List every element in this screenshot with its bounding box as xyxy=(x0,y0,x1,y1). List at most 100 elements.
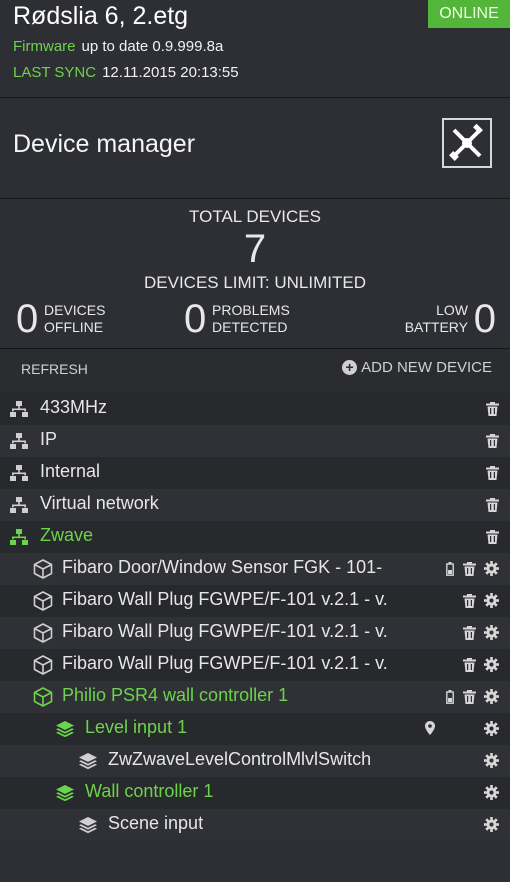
devices-limit: DEVICES LIMIT: UNLIMITED xyxy=(144,273,366,292)
devices-offline-label-line2: OFFLINE xyxy=(44,319,104,335)
trash-icon[interactable] xyxy=(486,434,499,448)
low-battery-stat: LOW BATTERY 0 xyxy=(386,299,496,339)
problems-count: 0 xyxy=(184,297,207,341)
problems-detected-stat: 0 PROBLEMS DETECTED xyxy=(184,299,314,339)
gear-icon[interactable] xyxy=(484,561,499,576)
channel-row[interactable]: Wall controller 1 xyxy=(0,777,510,809)
header: Rødslia 6, 2.etg ONLINE Firmware up to da… xyxy=(0,0,510,98)
low-battery-label-line1: LOW xyxy=(436,302,468,318)
devices-offline-stat: 0 DEVICES OFFLINE xyxy=(16,299,126,339)
last-sync-label: LAST SYNC xyxy=(13,64,97,81)
cube-icon xyxy=(33,655,53,675)
property-row[interactable]: ZwZwaveLevelControlMlvlSwitch xyxy=(0,745,510,777)
network-row-virtual[interactable]: Virtual network xyxy=(0,489,510,521)
tools-icon xyxy=(449,123,483,161)
cube-icon xyxy=(33,687,53,707)
last-sync-info: LAST SYNC 12.11.2015 20:13:55 xyxy=(13,64,239,81)
layers-icon xyxy=(56,785,74,801)
add-new-device-label: ADD NEW DEVICE xyxy=(361,359,492,376)
device-row[interactable]: Fibaro Wall Plug FGWPE/F-101 v.2.1 - v. xyxy=(0,585,510,617)
network-tree-icon xyxy=(10,433,28,449)
trash-icon[interactable] xyxy=(463,658,476,672)
problems-label-line2: DETECTED xyxy=(212,319,288,335)
trash-icon[interactable] xyxy=(463,690,476,704)
gear-icon[interactable] xyxy=(484,817,499,832)
low-battery-label: LOW BATTERY xyxy=(405,302,468,336)
trash-icon[interactable] xyxy=(463,626,476,640)
devices-offline-label: DEVICES OFFLINE xyxy=(44,302,105,336)
firmware-value: up to date 0.9.999.8a xyxy=(81,38,224,55)
total-devices-label: TOTAL DEVICES xyxy=(189,207,321,226)
layers-icon xyxy=(79,753,97,769)
trash-icon[interactable] xyxy=(486,402,499,416)
last-sync-value: 12.11.2015 20:13:55 xyxy=(102,64,239,81)
trash-icon[interactable] xyxy=(486,530,499,544)
location-title: Rødslia 6, 2.etg xyxy=(13,2,189,30)
network-label: IP xyxy=(40,429,58,449)
online-status-badge: ONLINE xyxy=(428,0,510,28)
devices-offline-label-line1: DEVICES xyxy=(44,302,106,318)
firmware-label: Firmware xyxy=(13,38,76,55)
channel-label: Level input 1 xyxy=(85,717,188,737)
problems-label-line1: PROBLEMS xyxy=(212,302,290,318)
device-label: Fibaro Door/Window Sensor FGK - 101- xyxy=(62,557,383,577)
device-tree: REFRESH + ADD NEW DEVICE 433MHz IP Inter… xyxy=(0,349,510,841)
network-label: Virtual network xyxy=(40,493,159,513)
trash-icon[interactable] xyxy=(486,466,499,480)
trash-icon[interactable] xyxy=(486,498,499,512)
device-label: Fibaro Wall Plug FGWPE/F-101 v.2.1 - v. xyxy=(62,621,388,641)
refresh-button[interactable]: REFRESH xyxy=(21,361,88,377)
total-devices-count: 7 xyxy=(243,227,267,271)
problems-label: PROBLEMS DETECTED xyxy=(212,302,290,336)
battery-icon xyxy=(446,690,454,704)
property-label: ZwZwaveLevelControlMlvlSwitch xyxy=(108,749,372,769)
location-pin-icon[interactable] xyxy=(425,721,435,735)
page-title: Device manager xyxy=(13,130,196,158)
gear-icon[interactable] xyxy=(484,625,499,640)
trash-icon[interactable] xyxy=(463,562,476,576)
device-manager-button[interactable] xyxy=(442,118,492,168)
cube-icon xyxy=(33,591,53,611)
device-row[interactable]: Fibaro Wall Plug FGWPE/F-101 v.2.1 - v. xyxy=(0,617,510,649)
network-row-zwave[interactable]: Zwave xyxy=(0,521,510,553)
network-row-ip[interactable]: IP xyxy=(0,425,510,457)
list-toolbar: REFRESH + ADD NEW DEVICE xyxy=(0,349,510,393)
network-label: Zwave xyxy=(40,525,94,545)
network-label: 433MHz xyxy=(40,397,108,417)
firmware-info: Firmware up to date 0.9.999.8a xyxy=(13,38,223,55)
network-tree-icon xyxy=(10,401,28,417)
device-stats: TOTAL DEVICES 7 DEVICES LIMIT: UNLIMITED… xyxy=(0,199,510,349)
network-row-433mhz[interactable]: 433MHz xyxy=(0,393,510,425)
gear-icon[interactable] xyxy=(484,721,499,736)
device-row-selected[interactable]: Philio PSR4 wall controller 1 xyxy=(0,681,510,713)
gear-icon[interactable] xyxy=(484,689,499,704)
low-battery-label-line2: BATTERY xyxy=(404,319,468,335)
device-label: Fibaro Wall Plug FGWPE/F-101 v.2.1 - v. xyxy=(62,653,388,673)
layers-icon xyxy=(79,817,97,833)
network-tree-icon xyxy=(10,465,28,481)
gear-icon[interactable] xyxy=(484,657,499,672)
channel-row[interactable]: Level input 1 xyxy=(0,713,510,745)
gear-icon[interactable] xyxy=(484,753,499,768)
device-row[interactable]: Fibaro Door/Window Sensor FGK - 101- xyxy=(0,553,510,585)
device-label: Fibaro Wall Plug FGWPE/F-101 v.2.1 - v. xyxy=(62,589,388,609)
gear-icon[interactable] xyxy=(484,785,499,800)
network-tree-icon xyxy=(10,529,28,545)
device-manager-section: Device manager xyxy=(0,98,510,199)
cube-icon xyxy=(33,623,53,643)
device-row[interactable]: Fibaro Wall Plug FGWPE/F-101 v.2.1 - v. xyxy=(0,649,510,681)
network-row-internal[interactable]: Internal xyxy=(0,457,510,489)
property-label: Scene input xyxy=(108,813,204,833)
plus-circle-icon: + xyxy=(342,360,358,375)
trash-icon[interactable] xyxy=(463,594,476,608)
property-row[interactable]: Scene input xyxy=(0,809,510,841)
network-label: Internal xyxy=(40,461,101,481)
cube-icon xyxy=(33,559,53,579)
devices-offline-count: 0 xyxy=(16,297,39,341)
gear-icon[interactable] xyxy=(484,593,499,608)
device-label: Philio PSR4 wall controller 1 xyxy=(62,685,289,705)
low-battery-count: 0 xyxy=(473,297,496,341)
add-new-device-button[interactable]: + ADD NEW DEVICE xyxy=(342,359,492,376)
channel-label: Wall controller 1 xyxy=(85,781,214,801)
battery-icon xyxy=(446,562,454,576)
